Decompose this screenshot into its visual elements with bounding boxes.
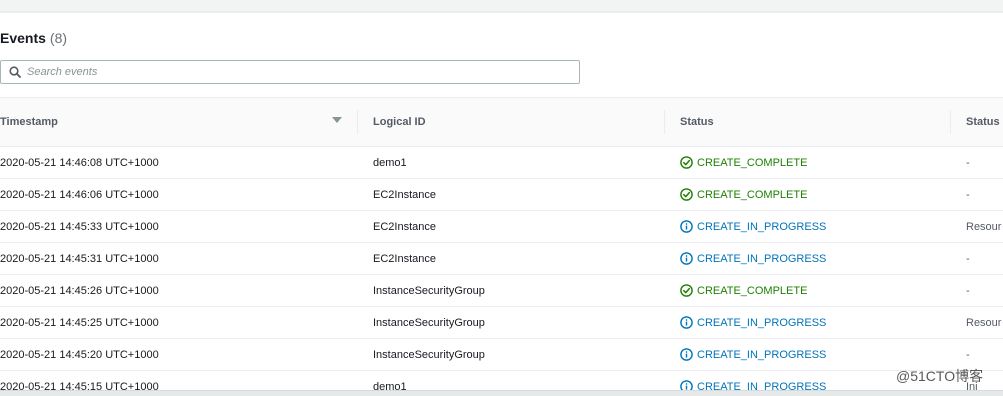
info-circle-icon — [680, 220, 697, 233]
status-indicator: CREATE_IN_PROGRESS — [680, 348, 826, 361]
status-indicator: CREATE_COMPLETE — [680, 188, 807, 201]
status-cell: CREATE_IN_PROGRESS — [680, 243, 826, 274]
column-divider[interactable] — [357, 110, 358, 134]
status-reason-cell: - — [966, 284, 970, 297]
timestamp-cell: 2020-05-21 14:46:08 UTC+1000 — [0, 156, 159, 169]
status-label: CREATE_IN_PROGRESS — [697, 252, 827, 265]
search-input[interactable] — [27, 66, 567, 78]
column-divider[interactable] — [950, 110, 951, 134]
sort-descending-icon[interactable] — [332, 117, 342, 123]
table-row[interactable]: 2020-05-21 14:46:06 UTC+1000 EC2Instance C… — [0, 179, 1003, 211]
table-body: 2020-05-21 14:46:08 UTC+1000 demo1 CREATE_… — [0, 147, 1003, 396]
events-panel: Events (8) Timestamp Logical ID Status S… — [0, 12, 1003, 396]
status-label: CREATE_IN_PROGRESS — [697, 348, 827, 361]
status-reason-cell: - — [966, 188, 970, 201]
search-box[interactable] — [0, 60, 580, 84]
table-row[interactable]: 2020-05-21 14:45:20 UTC+1000 InstanceSecu… — [0, 339, 1003, 371]
table-row[interactable]: 2020-05-21 14:45:25 UTC+1000 InstanceSecu… — [0, 307, 1003, 339]
table-header: Timestamp Logical ID Status Status — [0, 97, 1003, 147]
status-reason-cell: - — [966, 156, 970, 169]
timestamp-cell: 2020-05-21 14:45:25 UTC+1000 — [0, 316, 159, 329]
column-header-logical-id[interactable]: Logical ID — [373, 98, 426, 146]
info-circle-icon — [680, 316, 697, 329]
status-reason-cell: - — [966, 252, 970, 265]
logical-id-cell: demo1 — [373, 156, 407, 169]
status-label: CREATE_COMPLETE — [697, 284, 808, 297]
status-cell: CREATE_COMPLETE — [680, 275, 807, 306]
check-circle-icon — [680, 156, 697, 169]
bottom-scrollbar[interactable] — [0, 390, 1003, 396]
check-circle-icon — [680, 188, 697, 201]
status-cell: CREATE_COMPLETE — [680, 147, 807, 178]
column-divider[interactable] — [664, 110, 665, 134]
logical-id-cell: InstanceSecurityGroup — [373, 284, 485, 297]
logical-id-cell: InstanceSecurityGroup — [373, 316, 485, 329]
events-table: Timestamp Logical ID Status Status 2020-… — [0, 97, 1003, 396]
status-label: CREATE_COMPLETE — [697, 156, 808, 169]
logical-id-cell: EC2Instance — [373, 252, 436, 265]
status-indicator: CREATE_COMPLETE — [680, 156, 807, 169]
status-reason-cell: Resour — [966, 316, 1002, 329]
search-icon — [7, 64, 23, 80]
status-indicator: CREATE_IN_PROGRESS — [680, 252, 826, 265]
events-title: Events — [0, 30, 46, 46]
timestamp-cell: 2020-05-21 14:45:31 UTC+1000 — [0, 252, 159, 265]
column-header-status[interactable]: Status — [680, 98, 714, 146]
table-row[interactable]: 2020-05-21 14:45:31 UTC+1000 EC2Instance C… — [0, 243, 1003, 275]
column-header-status-reason[interactable]: Status — [966, 98, 1000, 146]
top-strip — [0, 0, 1003, 12]
events-header: Events (8) — [0, 27, 67, 49]
table-row[interactable]: 2020-05-21 14:46:08 UTC+1000 demo1 CREATE_… — [0, 147, 1003, 179]
status-indicator: CREATE_IN_PROGRESS — [680, 220, 826, 233]
status-indicator: CREATE_COMPLETE — [680, 284, 807, 297]
info-circle-icon — [680, 252, 697, 265]
watermark: @51CTO博客 — [896, 368, 984, 384]
table-row[interactable]: 2020-05-21 14:45:33 UTC+1000 EC2Instance C… — [0, 211, 1003, 243]
check-circle-icon — [680, 284, 697, 297]
logical-id-cell: EC2Instance — [373, 220, 436, 233]
status-label: CREATE_IN_PROGRESS — [697, 316, 827, 329]
timestamp-cell: 2020-05-21 14:45:33 UTC+1000 — [0, 220, 159, 233]
status-reason-cell: Resour — [966, 220, 1002, 233]
events-count: (8) — [49, 30, 68, 46]
status-cell: CREATE_IN_PROGRESS — [680, 211, 826, 242]
table-row[interactable]: 2020-05-21 14:45:26 UTC+1000 InstanceSecu… — [0, 275, 1003, 307]
logical-id-cell: EC2Instance — [373, 188, 436, 201]
status-label: CREATE_COMPLETE — [697, 188, 808, 201]
status-cell: CREATE_IN_PROGRESS — [680, 339, 826, 370]
timestamp-cell: 2020-05-21 14:46:06 UTC+1000 — [0, 188, 159, 201]
status-label: CREATE_IN_PROGRESS — [697, 220, 827, 233]
timestamp-cell: 2020-05-21 14:45:20 UTC+1000 — [0, 348, 159, 361]
column-header-timestamp[interactable]: Timestamp — [0, 98, 58, 146]
info-circle-icon — [680, 348, 697, 361]
timestamp-cell: 2020-05-21 14:45:26 UTC+1000 — [0, 284, 159, 297]
status-cell: CREATE_IN_PROGRESS — [680, 307, 826, 338]
logical-id-cell: InstanceSecurityGroup — [373, 348, 485, 361]
status-indicator: CREATE_IN_PROGRESS — [680, 316, 826, 329]
status-cell: CREATE_COMPLETE — [680, 179, 807, 210]
